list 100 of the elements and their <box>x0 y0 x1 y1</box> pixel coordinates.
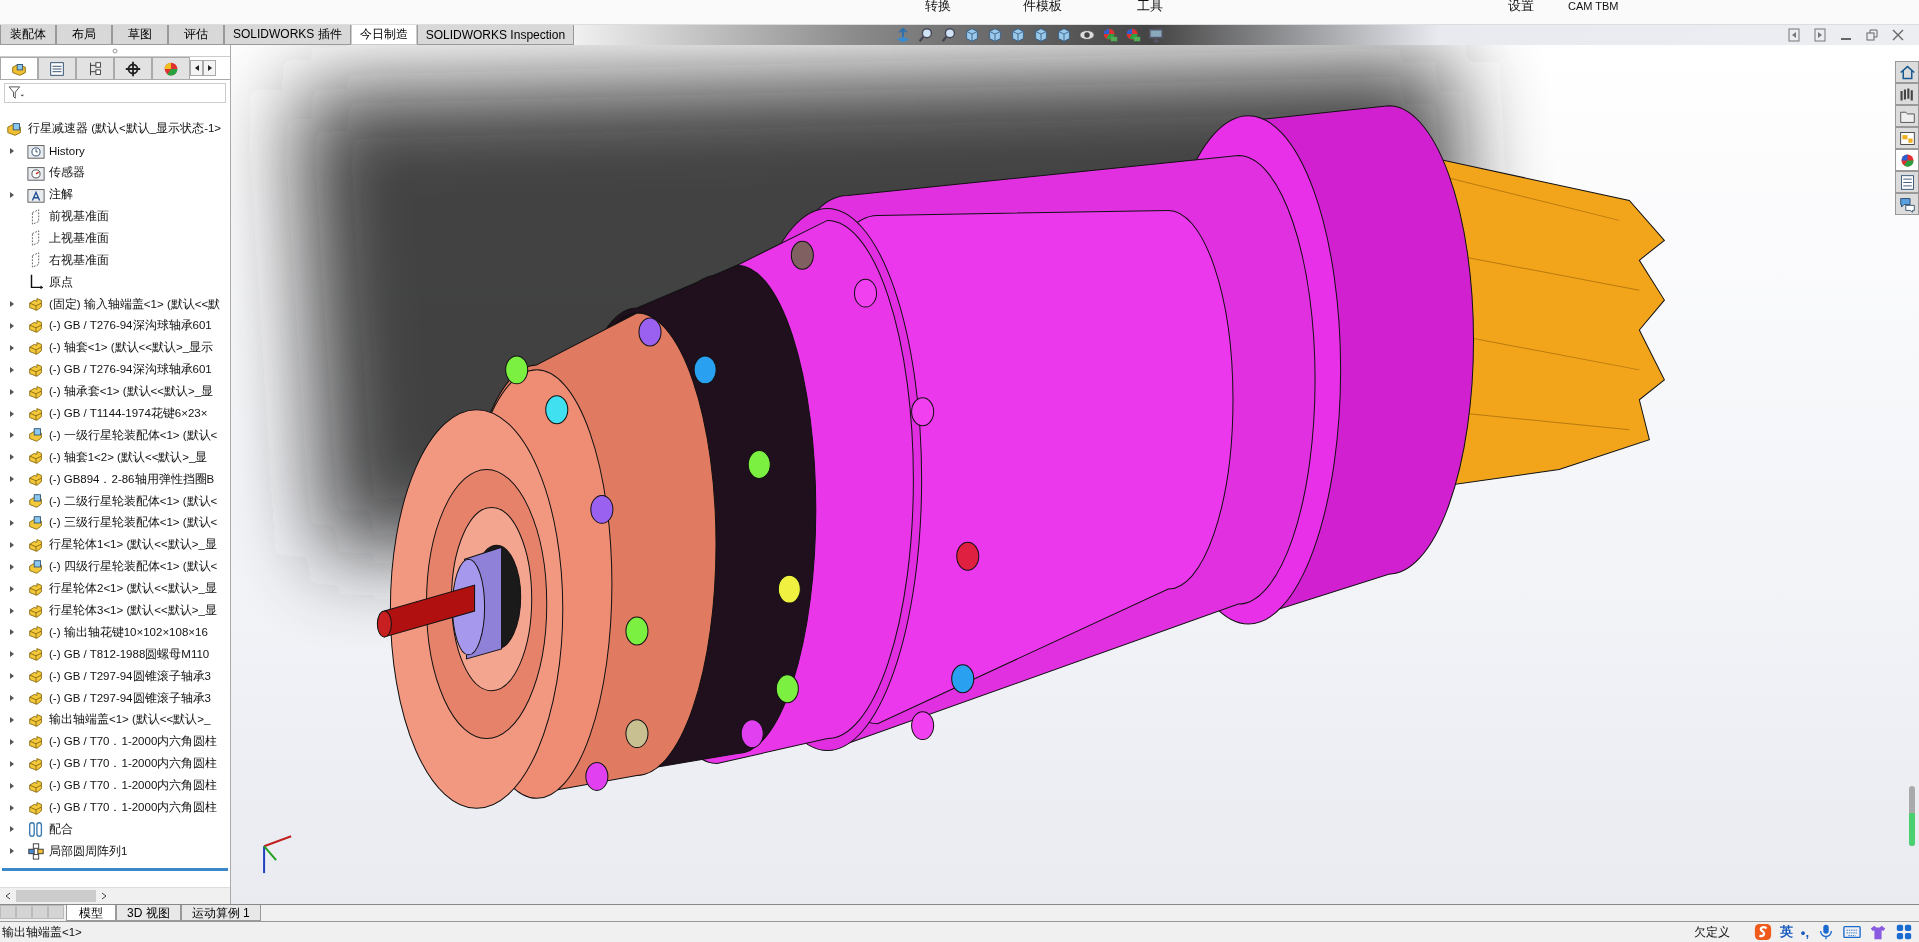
tree-item[interactable]: 行星轮体3<1> (默认<<默认>_显 <box>49 603 217 619</box>
scene-icon[interactable] <box>1124 26 1143 44</box>
tree-item[interactable]: (-) GB / T276-94深沟球轴承601 <box>49 362 212 378</box>
tree-item[interactable]: (-) GB / T812-1988圆螺母M110 <box>49 646 210 662</box>
expand-arrow-icon[interactable] <box>8 321 16 330</box>
tree-item[interactable]: (-) GB / T276-94深沟球轴承601 <box>49 318 212 334</box>
tree-item[interactable]: (-) 轴承套<1> (默认<<默认>_显 <box>49 384 214 400</box>
expand-arrow-icon[interactable] <box>8 781 16 790</box>
ribbon-label[interactable]: 工具 <box>1137 0 1163 15</box>
tree-item[interactable]: 行星减速器 (默认<默认_显示状态-1> <box>28 121 222 137</box>
expand-arrow-icon[interactable] <box>8 540 16 549</box>
command-tab[interactable]: SOLIDWORKS Inspection <box>416 25 575 45</box>
home-pane-button[interactable] <box>1895 61 1919 83</box>
library-pane-button[interactable] <box>1895 83 1919 105</box>
tree-item[interactable]: (-) 四级行星轮装配体<1> (默认< <box>49 559 218 575</box>
expand-arrow-icon[interactable] <box>8 650 16 659</box>
command-tab[interactable]: 草图 <box>112 25 168 45</box>
tree-item[interactable]: 行星轮体1<1> (默认<<默认>_显 <box>49 537 217 553</box>
tree-item[interactable]: (-) 三级行星轮装配体<1> (默认< <box>49 515 218 531</box>
ribbon-label[interactable]: 件模板 <box>1023 0 1062 15</box>
tree-item[interactable]: (-) 轴套1<2> (默认<<默认>_显 <box>49 449 208 465</box>
expand-arrow-icon[interactable] <box>8 606 16 615</box>
expand-arrow-icon[interactable] <box>8 803 16 812</box>
expand-arrow-icon[interactable] <box>8 518 16 527</box>
tree-item[interactable]: (-) 输出轴花键10×102×108×16 <box>49 624 208 640</box>
horizontal-scrollbar[interactable] <box>0 887 230 904</box>
ime-language[interactable]: 英 <box>1779 923 1793 941</box>
tree-item[interactable]: (固定) 输入轴端盖<1> (默认<<默 <box>49 296 221 312</box>
tree-item[interactable]: (-) 一级行星轮装配体<1> (默认< <box>49 427 218 443</box>
expand-arrow-icon[interactable] <box>8 409 16 418</box>
command-tab[interactable]: 评估 <box>168 25 224 45</box>
panel-left-icon[interactable] <box>1787 28 1801 42</box>
expand-arrow-icon[interactable] <box>8 146 16 155</box>
view-tab[interactable]: 3D 视图 <box>116 905 181 921</box>
expand-arrow-icon[interactable] <box>8 431 16 440</box>
scroll-right-button[interactable] <box>203 60 216 76</box>
expand-arrow-icon[interactable] <box>8 453 16 462</box>
tree-item[interactable]: (-) GB / T70．1-2000内六角圆柱 <box>49 734 218 750</box>
tree-item[interactable]: 传感器 <box>49 165 85 181</box>
tree-item[interactable]: History <box>49 144 85 157</box>
tree-item[interactable]: 行星轮体2<1> (默认<<默认>_显 <box>49 581 217 597</box>
scroll-right-icon[interactable] <box>100 892 108 900</box>
tree-item[interactable]: (-) GB / T297-94圆锥滚子轴承3 <box>49 690 211 706</box>
expand-arrow-icon[interactable] <box>8 497 16 506</box>
command-tab[interactable]: 布局 <box>56 25 112 45</box>
appearance-tab[interactable] <box>152 57 190 79</box>
expand-arrow-icon[interactable] <box>8 387 16 396</box>
config-tab[interactable] <box>76 57 114 79</box>
forum-pane-button[interactable] <box>1895 193 1919 215</box>
tree-item[interactable]: (-) 二级行星轮装配体<1> (默认< <box>49 493 218 509</box>
expand-arrow-icon[interactable] <box>8 737 16 746</box>
expand-arrow-icon[interactable] <box>8 475 16 484</box>
grid-icon[interactable] <box>1895 923 1913 941</box>
palette-pane-button[interactable] <box>1895 127 1919 149</box>
shirt-icon[interactable] <box>1869 923 1887 941</box>
panel-right-icon[interactable] <box>1813 28 1827 42</box>
tree-item[interactable]: (-) 轴套<1> (默认<<默认>_显示 <box>49 340 214 356</box>
tree-item[interactable]: (-) GB / T70．1-2000内六角圆柱 <box>49 800 218 816</box>
command-tab[interactable]: SOLIDWORKS 插件 <box>224 25 351 45</box>
tree-item[interactable]: 输出轴端盖<1> (默认<<默认>_ <box>49 712 211 728</box>
tree-item[interactable]: (-) GB / T1144-1974花键6×23× <box>49 406 208 421</box>
view-tab[interactable]: 模型 <box>66 905 116 921</box>
feature-tree-tab[interactable] <box>0 57 38 79</box>
expand-arrow-icon[interactable] <box>8 584 16 593</box>
ime-punctuation[interactable]: •, <box>1800 924 1809 940</box>
view-tab[interactable]: 运动算例 1 <box>180 905 261 921</box>
close-icon[interactable] <box>1891 28 1905 42</box>
properties-pane-button[interactable] <box>1895 171 1919 193</box>
expand-arrow-icon[interactable] <box>8 190 16 199</box>
ime-logo-icon[interactable] <box>1753 923 1772 941</box>
restore-icon[interactable] <box>1865 28 1879 42</box>
expand-arrow-icon[interactable] <box>8 847 16 856</box>
gearbox-drawing[interactable] <box>376 105 1665 809</box>
appearance-pane-button[interactable] <box>1895 149 1919 171</box>
tree-item[interactable]: 前视基准面 <box>49 209 109 224</box>
tree-item[interactable]: 右视基准面 <box>49 252 109 268</box>
expand-arrow-icon[interactable] <box>8 716 16 724</box>
tree-item[interactable]: (-) GB / T297-94圆锥滚子轴承3 <box>49 668 211 684</box>
expand-arrow-icon[interactable] <box>8 694 16 703</box>
command-tab[interactable]: 今日制造 <box>350 25 417 45</box>
appearance-edit-icon[interactable] <box>1101 26 1120 44</box>
keyboard-icon[interactable] <box>1843 923 1861 941</box>
tree-item[interactable]: (-) GB / T70．1-2000内六角圆柱 <box>49 778 218 794</box>
monitor-icon[interactable] <box>1147 26 1166 44</box>
ribbon-label[interactable]: 设置 <box>1508 0 1534 15</box>
scroll-left-icon[interactable] <box>4 892 12 900</box>
expand-arrow-icon[interactable] <box>8 365 16 374</box>
ribbon-label[interactable]: 转换 <box>925 0 951 15</box>
tree-item[interactable]: 注解 <box>49 187 73 203</box>
microphone-icon[interactable] <box>1817 923 1835 941</box>
ribbon-label[interactable]: CAM TBM <box>1568 0 1619 12</box>
folder-pane-button[interactable] <box>1895 105 1919 127</box>
expand-arrow-icon[interactable] <box>8 759 16 768</box>
tree-item[interactable]: (-) GB / T70．1-2000内六角圆柱 <box>49 756 218 772</box>
tree-item[interactable]: 上视基准面 <box>49 230 109 246</box>
expand-arrow-icon[interactable] <box>8 562 16 571</box>
expand-arrow-icon[interactable] <box>8 628 16 637</box>
property-tab[interactable] <box>38 57 76 79</box>
tree-item[interactable]: (-) GB894．2-86轴用弹性挡圈B <box>49 471 215 487</box>
tree-item[interactable]: 原点 <box>49 274 73 290</box>
